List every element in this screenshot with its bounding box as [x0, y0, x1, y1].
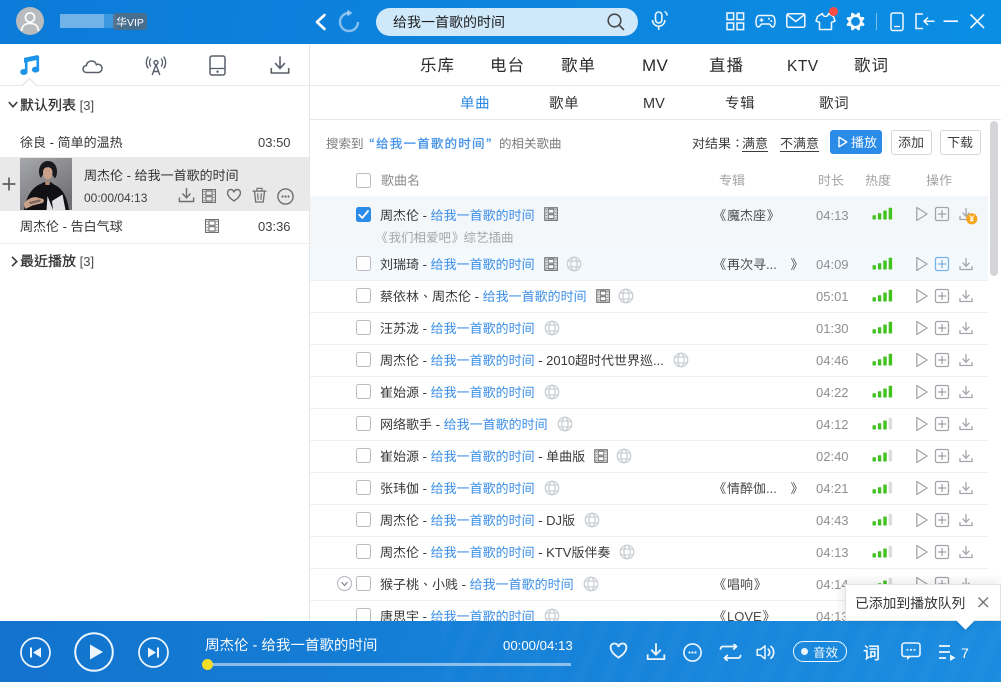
- svg-text:01:30: 01:30: [816, 321, 849, 336]
- svg-text:04:46: 04:46: [816, 353, 849, 368]
- svg-text:-: -: [419, 513, 431, 528]
- svg-text:04:12: 04:12: [816, 417, 849, 432]
- svg-text:- DJ: - DJ: [535, 513, 562, 528]
- svg-text:[3]: [3]: [76, 254, 94, 269]
- svg-text:04:13: 04:13: [816, 545, 849, 560]
- svg-text:-: -: [432, 417, 444, 432]
- svg-text:04:43: 04:43: [816, 513, 849, 528]
- svg-text:...: ...: [653, 353, 664, 368]
- svg-text:MV: MV: [643, 96, 665, 112]
- svg-text:...: ...: [766, 257, 777, 272]
- svg-text:-: -: [123, 168, 135, 183]
- svg-text:7: 7: [961, 645, 969, 661]
- svg-text:05:01: 05:01: [816, 289, 849, 304]
- svg-text:-: -: [46, 135, 58, 150]
- svg-text:-: -: [458, 577, 470, 592]
- svg-text:- KTV: - KTV: [535, 545, 572, 560]
- svg-text:03:36: 03:36: [258, 219, 291, 234]
- svg-text:-: -: [419, 257, 431, 272]
- svg-text:-: -: [419, 449, 431, 464]
- svg-text:- 2010: - 2010: [535, 353, 575, 368]
- svg-text:...: ...: [766, 481, 777, 496]
- svg-text:[3]: [3]: [76, 98, 94, 113]
- svg-text:00:00/04:13: 00:00/04:13: [503, 638, 573, 653]
- svg-text:03:50: 03:50: [258, 135, 291, 150]
- svg-text:04:13: 04:13: [816, 208, 849, 223]
- svg-text:-: -: [419, 208, 431, 223]
- svg-text:04:22: 04:22: [816, 385, 849, 400]
- svg-text:04:09: 04:09: [816, 257, 849, 272]
- svg-text:-: -: [419, 545, 431, 560]
- svg-text:-: -: [471, 289, 483, 304]
- svg-text:00:00/04:13: 00:00/04:13: [84, 191, 148, 205]
- svg-text:04:21: 04:21: [816, 481, 849, 496]
- svg-text:VIP: VIP: [127, 17, 144, 29]
- svg-text:-: -: [419, 353, 431, 368]
- svg-text:02:40: 02:40: [816, 449, 849, 464]
- svg-text:-: -: [59, 219, 71, 234]
- svg-text:-: -: [419, 321, 431, 336]
- svg-text:MV: MV: [642, 56, 668, 75]
- svg-text:-: -: [249, 638, 262, 654]
- svg-text:KTV: KTV: [787, 58, 819, 75]
- svg-text:-: -: [535, 449, 547, 464]
- svg-text:-: -: [419, 385, 431, 400]
- svg-text:-: -: [419, 481, 431, 496]
